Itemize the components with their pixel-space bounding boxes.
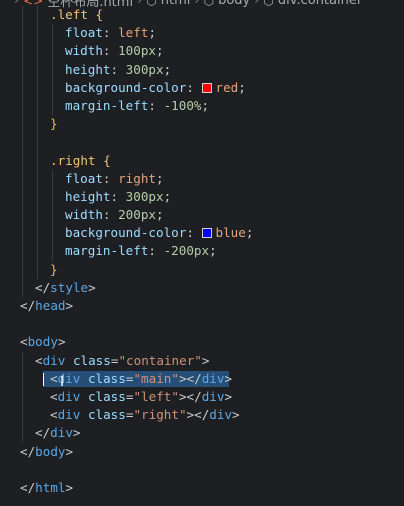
css-property: width <box>65 207 103 223</box>
code-line: </head> <box>20 298 74 313</box>
css-value: -200px <box>163 243 210 259</box>
tag-name: body <box>35 443 66 459</box>
css-value: blue <box>215 225 246 241</box>
attr-name: class <box>87 407 126 423</box>
tag-name: div <box>57 388 81 404</box>
code-line: } <box>0 260 404 279</box>
css-value: red <box>215 79 239 95</box>
code-line: </div> <box>0 424 404 443</box>
code-line-selected: <div class="main"></div> I <box>0 369 404 390</box>
tag-name: body <box>27 334 58 350</box>
code-line: background-color: red; <box>0 78 404 97</box>
attr-value: "container" <box>118 352 202 368</box>
tag-name: head <box>35 298 66 313</box>
css-property: float <box>65 25 103 41</box>
css-value: right <box>118 170 157 186</box>
css-property: margin-left <box>65 97 149 113</box>
code-line: height: 300px; <box>0 60 404 79</box>
attr-value: "right" <box>133 407 187 423</box>
tag-name: html <box>35 479 66 495</box>
attr-value: "left" <box>133 388 179 404</box>
tag-name: div <box>42 352 66 368</box>
code-line: <div class="container"> <box>0 351 404 370</box>
attr-value: "main" <box>133 370 179 386</box>
code-line: float: left; <box>0 24 404 43</box>
tag-name: div <box>201 388 225 404</box>
css-value: left <box>118 25 149 41</box>
color-swatch-blue[interactable] <box>201 228 212 239</box>
css-value: 100px <box>118 43 157 59</box>
code-line: margin-left: -200px; <box>0 242 404 261</box>
css-property: float <box>65 170 103 186</box>
code-line: </style> <box>0 278 404 297</box>
code-line: .left { <box>0 6 404 25</box>
code-line: } <box>0 115 404 134</box>
code-line: </body> <box>20 443 74 459</box>
css-property: height <box>65 61 111 77</box>
css-property: background-color <box>65 225 187 241</box>
tag-name: div <box>50 425 73 441</box>
tag-name: div <box>201 370 225 386</box>
code-line: </html> <box>20 479 74 495</box>
tag-name: div <box>209 407 233 423</box>
css-property: background-color <box>65 79 187 95</box>
code-editor[interactable]: › <> 空杯布局.html › ⬡ html › ⬡ body › ⬡ div… <box>0 0 404 506</box>
closing-brace: } <box>50 116 58 132</box>
css-property: width <box>65 43 103 59</box>
code-line: float: right; <box>0 169 404 188</box>
code-line: .right { <box>0 151 404 170</box>
code-line: width: 100px; <box>0 42 404 61</box>
css-value: -100% <box>163 97 202 113</box>
attr-name: class <box>72 352 111 368</box>
attr-name: class <box>87 388 126 404</box>
color-swatch-red[interactable] <box>201 82 212 93</box>
tag-name: div <box>57 407 81 423</box>
code-line: width: 200px; <box>0 206 404 225</box>
code-line: <body> <box>20 334 66 350</box>
css-value: 200px <box>118 207 157 223</box>
selector-right: .right { <box>50 152 111 168</box>
css-value: 300px <box>125 61 164 77</box>
css-property: margin-left <box>65 243 149 259</box>
selector-left: .left { <box>50 7 104 22</box>
text-cursor <box>43 372 44 386</box>
code-lines[interactable]: .left { float: left; width: 100px; heigh… <box>0 6 404 497</box>
css-value: 300px <box>125 188 164 204</box>
closing-brace: } <box>50 261 58 277</box>
attr-name: class <box>87 370 126 386</box>
css-property: height <box>65 188 111 204</box>
tag-name: style <box>50 279 89 295</box>
code-line: background-color: blue; <box>0 224 404 243</box>
code-line: margin-left: -100%; <box>0 96 404 116</box>
code-line: <div class="left"></div> <box>0 387 404 407</box>
code-line <box>0 133 404 152</box>
code-line: <div class="right"></div> <box>0 406 404 425</box>
code-line: height: 300px; <box>0 187 404 207</box>
